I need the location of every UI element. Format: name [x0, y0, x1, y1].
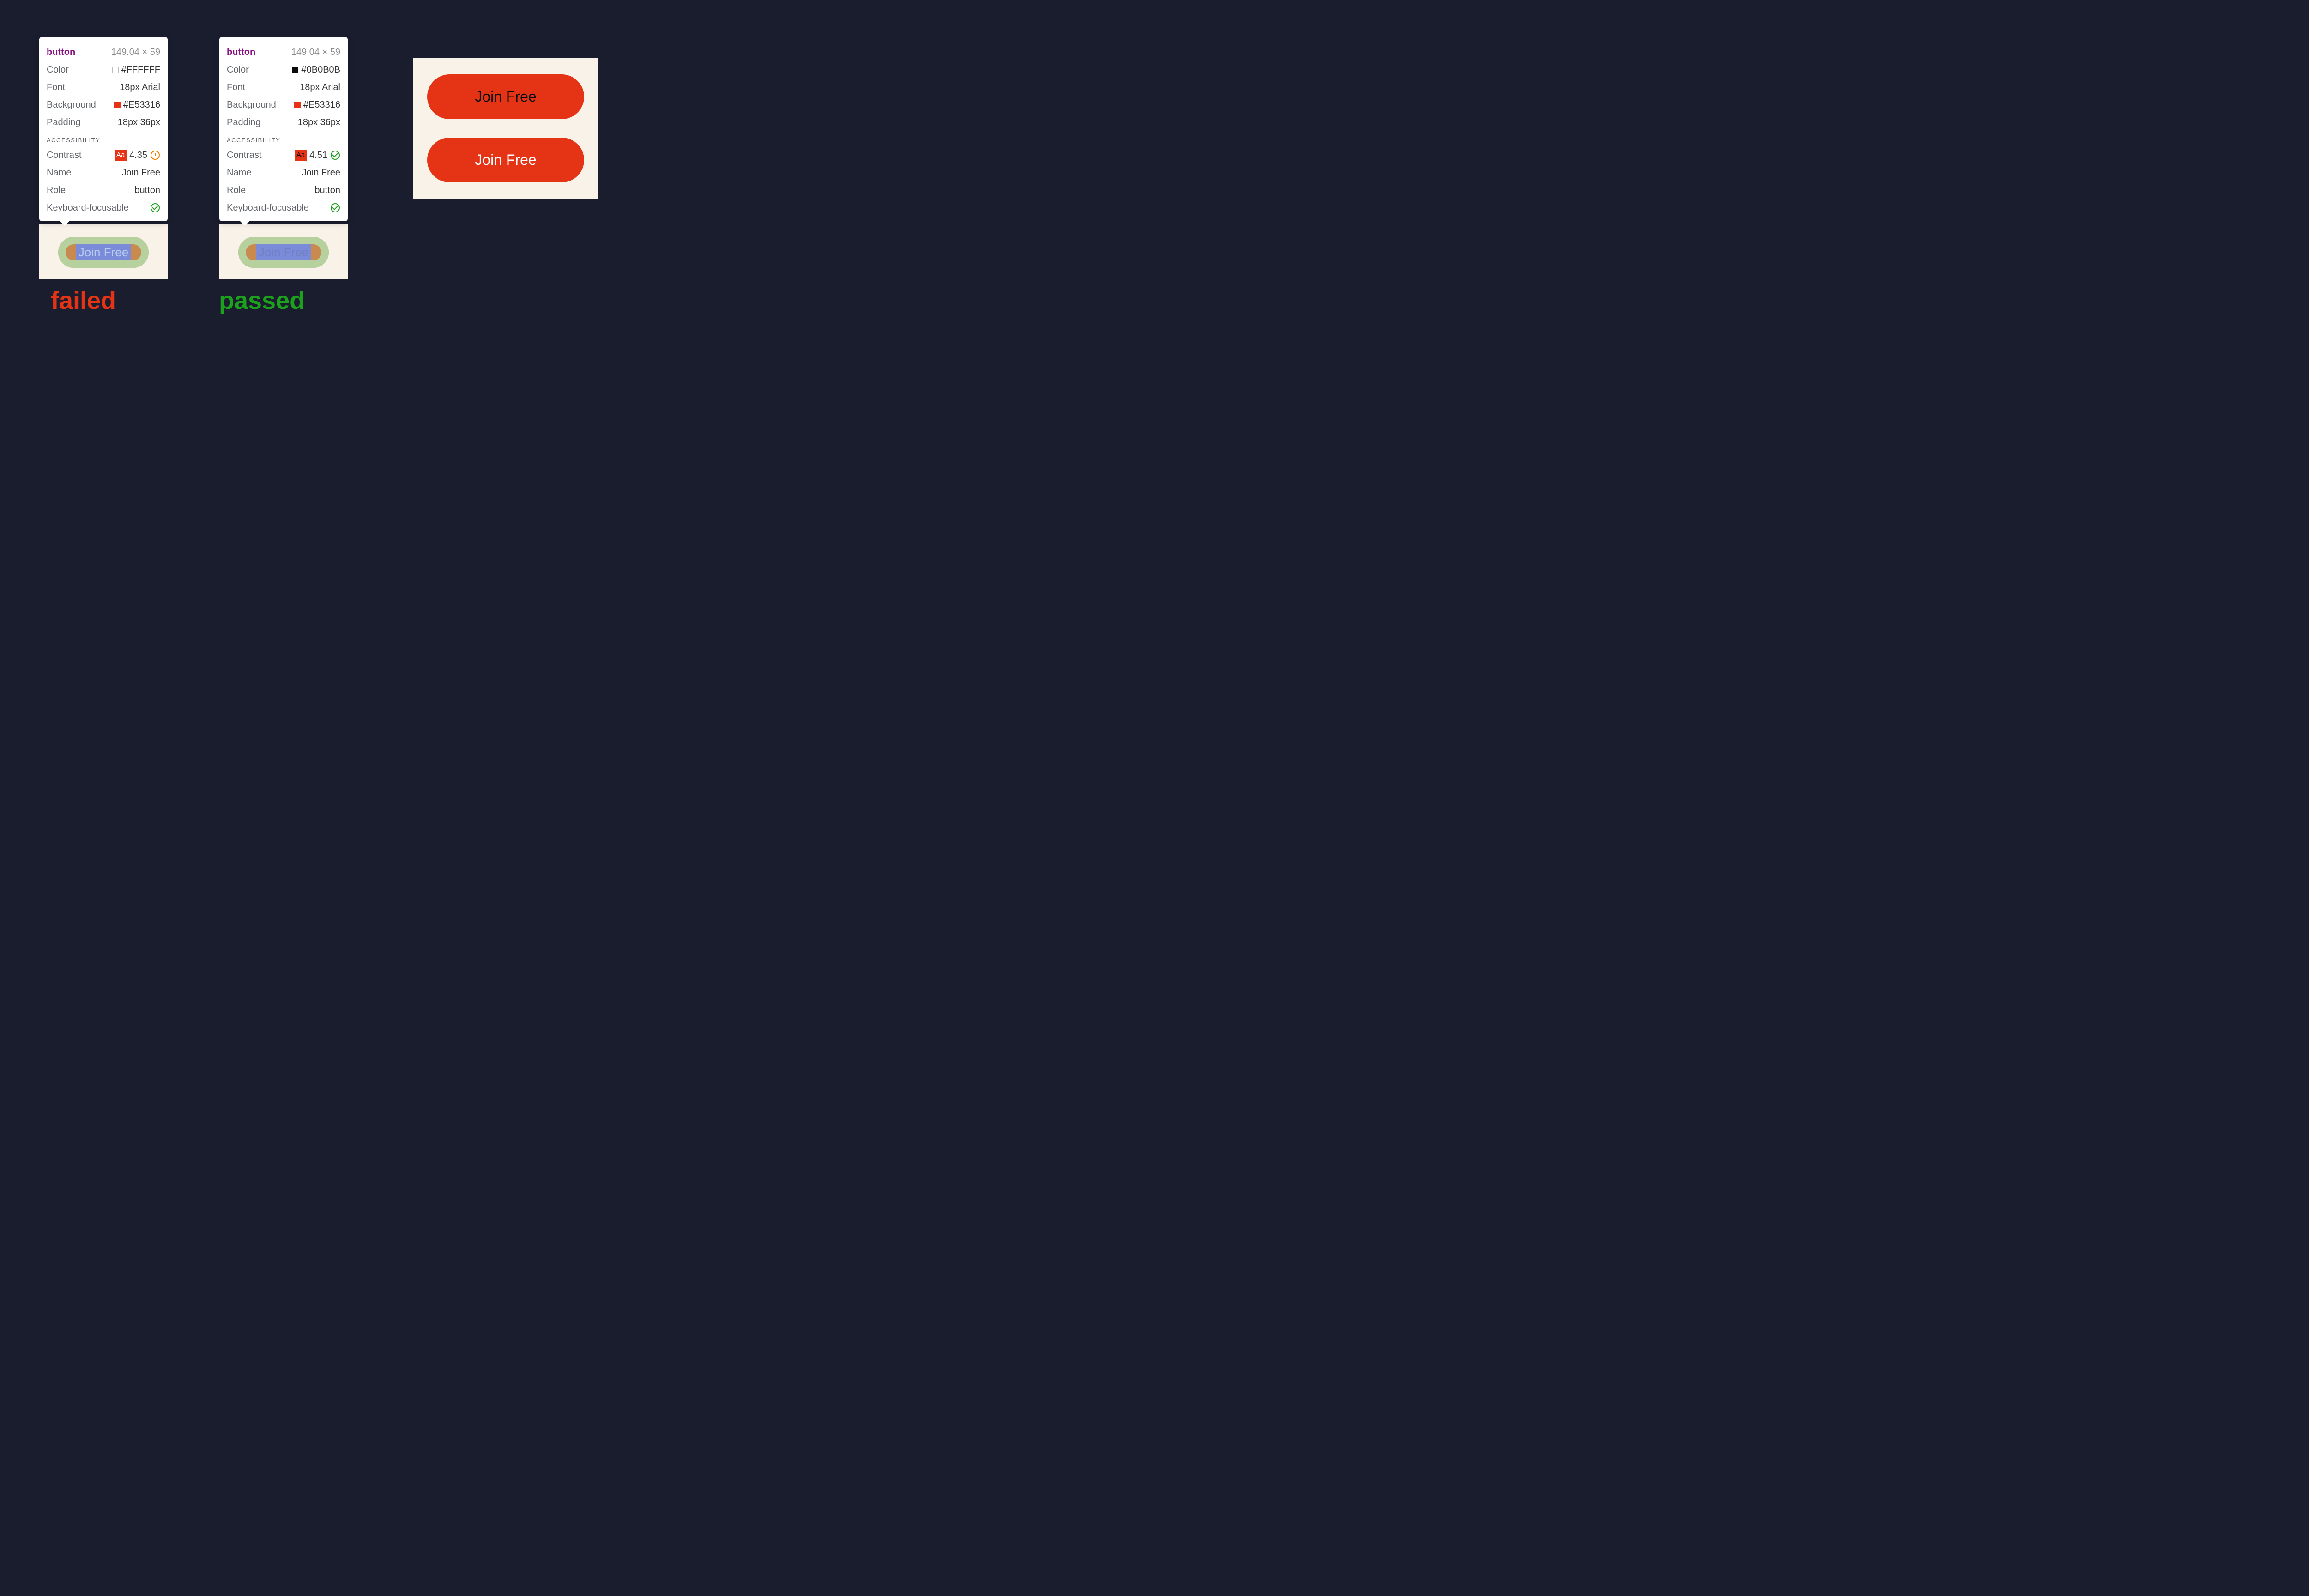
verdict-passed: passed: [219, 286, 305, 315]
a11y-row-focusable: Keyboard-focusable: [47, 199, 160, 217]
prop-value: 18px 36px: [118, 115, 160, 130]
prop-label: Font: [227, 80, 245, 95]
devtools-tooltip-passed: button 149.04 × 59 Color #0B0B0B Font 18…: [219, 37, 348, 221]
check-icon: [330, 150, 340, 160]
a11y-row-role: Role button: [47, 181, 160, 199]
prop-label: Name: [47, 165, 71, 180]
accessibility-header: ACCESSIBILITY: [47, 137, 160, 144]
join-free-button-dark-text[interactable]: Join Free: [427, 74, 584, 119]
prop-value: 18px Arial: [300, 80, 340, 95]
prop-label: Name: [227, 165, 251, 180]
accessibility-header: ACCESSIBILITY: [227, 137, 340, 144]
button-text-highlight: Join Free: [256, 244, 311, 260]
contrast-sample-badge: Aa: [115, 150, 127, 161]
a11y-row-focusable: Keyboard-focusable: [227, 199, 340, 217]
element-dimensions: 149.04 × 59: [111, 45, 160, 60]
prop-label: Role: [47, 183, 66, 198]
prop-row-padding: Padding 18px 36px: [227, 114, 340, 131]
color-swatch-icon: [114, 102, 121, 108]
element-tag: button: [47, 45, 75, 60]
prop-label: Background: [227, 97, 276, 112]
prop-value: #FFFFFF: [112, 62, 160, 77]
prop-label: Padding: [47, 115, 80, 130]
inspected-button-preview-failed: Join Free: [39, 224, 168, 279]
prop-row-color: Color #0B0B0B: [227, 61, 340, 79]
a11y-row-name: Name Join Free: [227, 164, 340, 181]
prop-value: Join Free: [302, 165, 340, 180]
check-icon: [150, 203, 160, 213]
prop-value: button: [314, 183, 340, 198]
inspected-button-preview-passed: Join Free: [219, 224, 348, 279]
verdict-failed: failed: [51, 286, 116, 315]
element-header-row: button 149.04 × 59: [47, 43, 160, 61]
color-swatch-icon: [292, 66, 298, 73]
prop-row-padding: Padding 18px 36px: [47, 114, 160, 131]
prop-label: Color: [47, 62, 69, 77]
warning-icon: [150, 150, 160, 160]
check-icon: [330, 203, 340, 213]
a11y-row-role: Role button: [227, 181, 340, 199]
prop-value: Aa 4.35: [115, 148, 160, 163]
prop-value: [150, 203, 160, 213]
color-swatch-icon: [294, 102, 301, 108]
prop-value: 18px Arial: [120, 80, 160, 95]
prop-label: Font: [47, 80, 65, 95]
prop-row-font: Font 18px Arial: [47, 79, 160, 96]
element-tag: button: [227, 45, 255, 60]
prop-label: Keyboard-focusable: [47, 200, 129, 215]
prop-row-color: Color #FFFFFF: [47, 61, 160, 79]
prop-label: Contrast: [47, 148, 82, 163]
prop-value: [330, 203, 340, 213]
prop-label: Contrast: [227, 148, 262, 163]
prop-value: Aa 4.51: [295, 148, 340, 163]
comparison-panel: Join Free Join Free: [413, 58, 598, 199]
join-free-button-light-text[interactable]: Join Free: [427, 138, 584, 182]
color-swatch-icon: [112, 66, 119, 73]
element-header-row: button 149.04 × 59: [227, 43, 340, 61]
element-dimensions: 149.04 × 59: [291, 45, 340, 60]
prop-row-font: Font 18px Arial: [227, 79, 340, 96]
prop-label: Role: [227, 183, 246, 198]
a11y-row-name: Name Join Free: [47, 164, 160, 181]
prop-label: Background: [47, 97, 96, 112]
prop-label: Keyboard-focusable: [227, 200, 309, 215]
inspected-button[interactable]: Join Free: [238, 237, 329, 268]
inspected-button[interactable]: Join Free: [58, 237, 149, 268]
prop-value: 18px 36px: [298, 115, 340, 130]
prop-row-background: Background #E53316: [227, 96, 340, 114]
devtools-tooltip-failed: button 149.04 × 59 Color #FFFFFF Font 18…: [39, 37, 168, 221]
a11y-row-contrast: Contrast Aa 4.51: [227, 146, 340, 164]
button-text-highlight: Join Free: [76, 244, 131, 260]
contrast-sample-badge: Aa: [295, 150, 307, 161]
prop-label: Color: [227, 62, 249, 77]
prop-row-background: Background #E53316: [47, 96, 160, 114]
prop-label: Padding: [227, 115, 260, 130]
prop-value: #E53316: [294, 97, 340, 112]
prop-value: Join Free: [122, 165, 160, 180]
prop-value: button: [134, 183, 160, 198]
prop-value: #E53316: [114, 97, 160, 112]
prop-value: #0B0B0B: [292, 62, 340, 77]
a11y-row-contrast: Contrast Aa 4.35: [47, 146, 160, 164]
